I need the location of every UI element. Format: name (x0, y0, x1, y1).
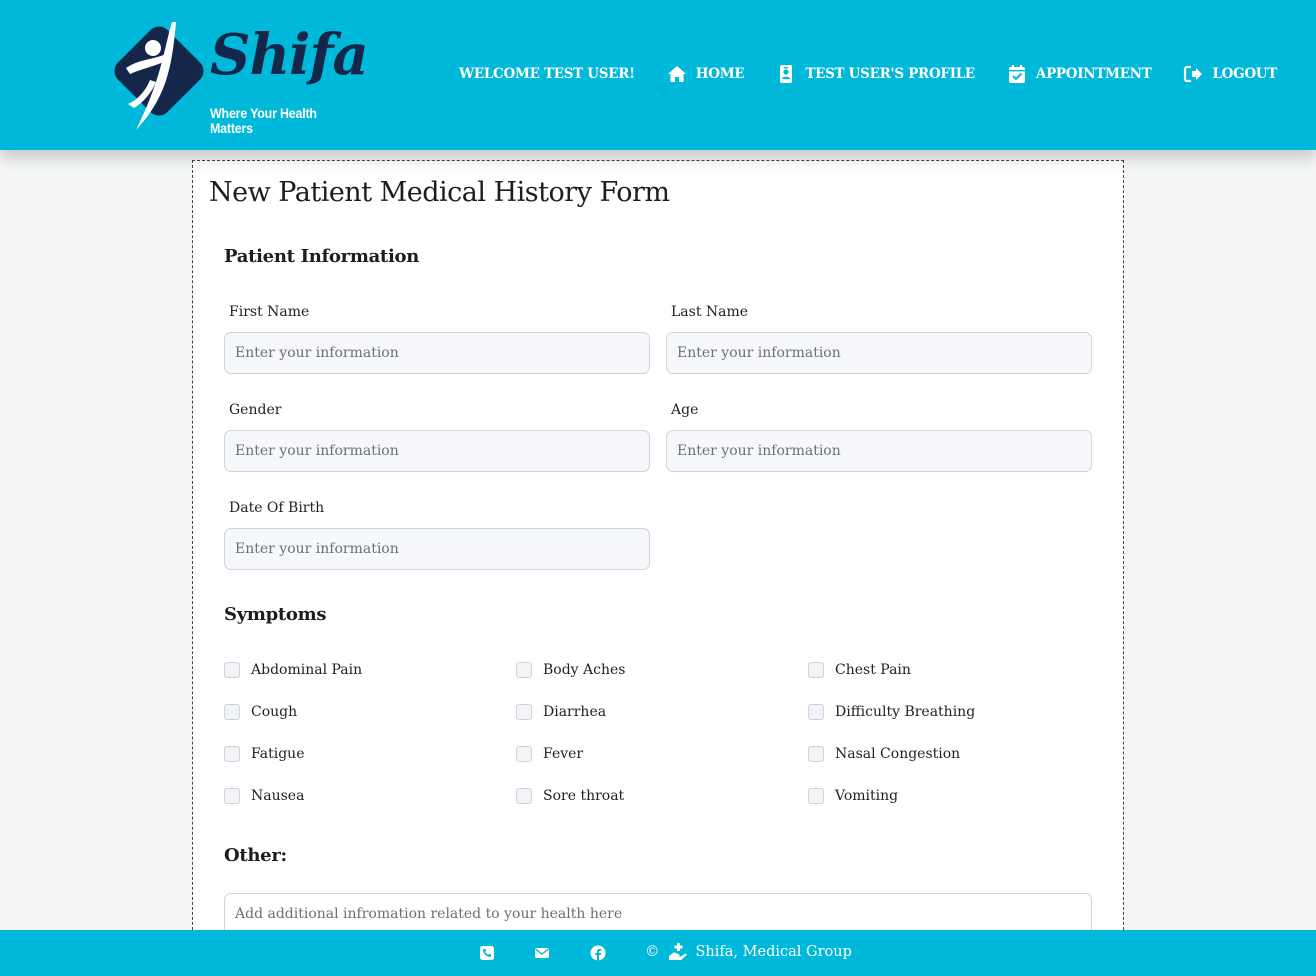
symptom-checkbox[interactable]: Fatigue (224, 746, 304, 762)
nav-logout[interactable]: LOGOUT (1183, 64, 1277, 84)
symptom-label: Fever (543, 746, 584, 762)
symptom-label: Fatigue (251, 746, 305, 762)
logo-figure-icon (114, 22, 204, 130)
phone-icon (480, 946, 494, 960)
welcome-text: WELCOME TEST USER! (459, 66, 635, 82)
calendar-check-icon (1008, 65, 1025, 83)
symptom-checkbox[interactable]: Body Aches (516, 662, 625, 678)
footer-org: Shifa, Medical Group (695, 944, 852, 960)
site-footer: © Shifa, Medical Group (0, 930, 1316, 976)
symptom-checkbox[interactable]: Nasal Congestion (808, 746, 960, 762)
brand-name: Shifa (210, 22, 369, 88)
nav-home-label: HOME (695, 66, 745, 82)
copyright-symbol: © (645, 944, 660, 960)
checkbox[interactable] (516, 746, 532, 762)
symptom-checkbox[interactable]: Cough (224, 704, 297, 720)
home-icon (667, 66, 686, 82)
checkbox[interactable] (224, 746, 240, 762)
hand-holding-medical-icon (668, 943, 687, 960)
first-name-input[interactable] (224, 332, 650, 374)
symptom-checkbox[interactable]: Sore throat (516, 788, 624, 804)
checkbox[interactable] (808, 704, 824, 720)
symptom-label: Abdominal Pain (251, 662, 363, 678)
symptom-label: Vomiting (835, 788, 899, 804)
last-name-label: Last Name (671, 304, 749, 320)
nav-appointment-label: APPOINTMENT (1035, 66, 1152, 82)
symptom-label: Sore throat (543, 788, 625, 804)
symptom-checkbox[interactable]: Chest Pain (808, 662, 911, 678)
age-input[interactable] (666, 430, 1092, 472)
symptom-checkbox[interactable]: Difficulty Breathing (808, 704, 975, 720)
symptom-label: Body Aches (543, 662, 626, 678)
symptom-checkbox[interactable]: Vomiting (808, 788, 898, 804)
id-badge-icon (780, 65, 793, 83)
checkbox[interactable] (808, 788, 824, 804)
facebook-link[interactable] (590, 945, 606, 961)
symptom-label: Cough (251, 704, 298, 720)
symptom-checkbox[interactable]: Diarrhea (516, 704, 606, 720)
nav-profile-label: TEST USER'S PROFILE (805, 66, 975, 82)
last-name-input[interactable] (666, 332, 1092, 374)
symptom-checkbox[interactable]: Nausea (224, 788, 304, 804)
symptoms-heading: Symptoms (224, 604, 327, 625)
first-name-label: First Name (229, 304, 310, 320)
gender-input[interactable] (224, 430, 650, 472)
symptom-checkbox[interactable]: Fever (516, 746, 583, 762)
checkbox[interactable] (224, 704, 240, 720)
envelope-icon (535, 948, 549, 958)
symptom-label: Difficulty Breathing (835, 704, 976, 720)
footer-copyright: © Shifa, Medical Group (645, 942, 852, 962)
dob-input[interactable] (224, 528, 650, 570)
brand-logo[interactable]: Shifa Where Your Health Matters (106, 18, 369, 136)
checkbox[interactable] (808, 746, 824, 762)
checkbox[interactable] (516, 704, 532, 720)
facebook-icon (590, 945, 606, 961)
brand-tagline: Where Your Health Matters (210, 106, 317, 136)
checkbox[interactable] (516, 788, 532, 804)
symptom-label: Chest Pain (835, 662, 911, 678)
email-link[interactable] (534, 945, 550, 961)
nav-profile[interactable]: TEST USER'S PROFILE (776, 64, 975, 84)
dob-label: Date Of Birth (229, 500, 325, 516)
main-nav: WELCOME TEST USER! HOME TEST USER'S PROF… (459, 64, 1277, 84)
symptom-checkbox[interactable]: Abdominal Pain (224, 662, 362, 678)
medical-history-form: New Patient Medical History Form Patient… (192, 160, 1124, 953)
phone-link[interactable] (479, 945, 495, 961)
nav-appointment[interactable]: APPOINTMENT (1007, 64, 1152, 84)
page-title: New Patient Medical History Form (209, 177, 670, 208)
nav-home[interactable]: HOME (667, 64, 745, 84)
symptom-label: Nasal Congestion (835, 746, 961, 762)
symptom-label: Nausea (251, 788, 305, 804)
other-heading: Other: (224, 845, 287, 866)
checkbox[interactable] (808, 662, 824, 678)
age-label: Age (671, 402, 699, 418)
sign-out-icon (1184, 65, 1203, 83)
patient-info-heading: Patient Information (224, 246, 419, 267)
checkbox[interactable] (516, 662, 532, 678)
gender-label: Gender (229, 402, 282, 418)
checkbox[interactable] (224, 662, 240, 678)
checkbox[interactable] (224, 788, 240, 804)
site-header: Shifa Where Your Health Matters WELCOME … (0, 0, 1316, 150)
symptom-label: Diarrhea (543, 704, 607, 720)
nav-logout-label: LOGOUT (1212, 66, 1278, 82)
